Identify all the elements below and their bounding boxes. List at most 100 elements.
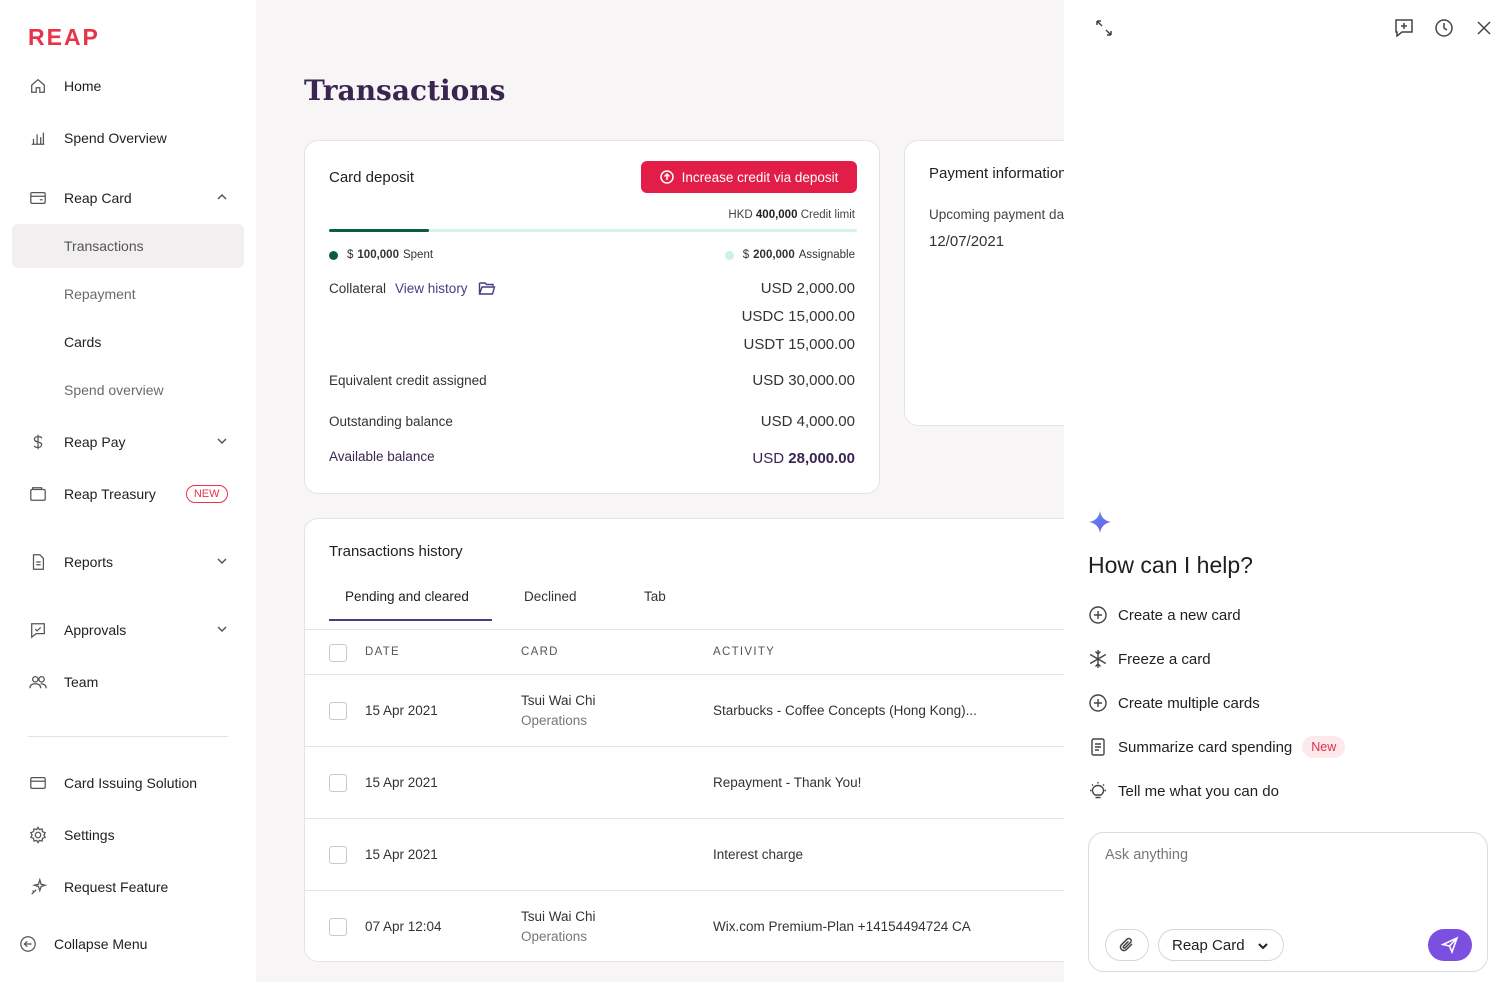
row-activity[interactable]: Wix.com Premium-Plan +14154494724 CA <box>713 919 971 934</box>
header-divider <box>305 674 1123 675</box>
sidebar: REAP Home Spend Overview Reap Card Trans… <box>0 0 256 982</box>
card-deposit-title: Card deposit <box>329 169 415 186</box>
sidebar-item-team[interactable]: Team <box>12 660 244 704</box>
context-select[interactable]: Reap Card <box>1158 929 1284 961</box>
row-activity[interactable]: Starbucks - Coffee Concepts (Hong Kong).… <box>713 703 977 718</box>
send-icon <box>1441 936 1459 954</box>
transactions-history-title: Transactions history <box>329 543 463 560</box>
equivalent-credit-label: Equivalent credit assigned <box>329 373 487 388</box>
row-card-name[interactable]: Tsui Wai Chi <box>521 693 596 708</box>
tab-divider <box>305 629 1123 630</box>
collateral-label: Collateral <box>329 280 387 296</box>
attach-button[interactable] <box>1105 929 1149 961</box>
suggestion-create-card[interactable]: Create a new card <box>1088 603 1241 627</box>
ask-anything-input[interactable] <box>1105 847 1465 907</box>
sidebar-item-card-issuing[interactable]: Card Issuing Solution <box>12 761 244 805</box>
sidebar-item-label: Reap Treasury <box>64 486 156 502</box>
plus-circle-icon <box>1088 605 1108 625</box>
sidebar-item-request-feature[interactable]: Request Feature <box>12 865 244 909</box>
column-header-card[interactable]: CARD <box>521 646 559 658</box>
collateral-amount-usd: USD 2,000.00 <box>760 280 855 297</box>
row-date[interactable]: 15 Apr 2021 <box>365 775 438 790</box>
chevron-down-icon <box>1258 943 1268 950</box>
view-history-link[interactable]: View history <box>395 281 468 296</box>
suggestion-label: Create a new card <box>1118 606 1241 624</box>
outstanding-balance-value: USD 4,000.00 <box>760 413 855 430</box>
suggestion-capabilities[interactable]: Tell me what you can do <box>1088 779 1279 803</box>
credit-limit-value: 400,000 <box>755 209 798 221</box>
row-checkbox[interactable] <box>329 774 347 792</box>
increase-credit-button[interactable]: Increase credit via deposit <box>641 161 857 193</box>
tab-declined[interactable]: Declined <box>524 589 577 604</box>
report-icon <box>28 552 48 572</box>
assignable-value: 200,000 <box>753 249 795 261</box>
spent-legend: $ 100,000 Spent <box>329 249 433 261</box>
document-icon <box>1088 737 1108 757</box>
suggestion-summarize-spending[interactable]: Summarize card spending New <box>1088 735 1346 759</box>
sidebar-item-label: Settings <box>64 827 115 843</box>
increase-credit-label: Increase credit via deposit <box>681 169 839 185</box>
sidebar-subitem-repayment[interactable]: Repayment <box>12 272 244 316</box>
column-header-date[interactable]: DATE <box>365 646 400 658</box>
suggestion-label: Create multiple cards <box>1118 694 1260 712</box>
credit-limit-currency: HKD <box>728 209 753 221</box>
sidebar-item-reap-card[interactable]: Reap Card <box>12 176 244 220</box>
suggestion-create-multiple[interactable]: Create multiple cards <box>1088 691 1260 715</box>
expand-icon[interactable] <box>1093 17 1115 39</box>
assignable-legend: $ 200,000 Assignable <box>724 249 855 261</box>
tab-pending-cleared[interactable]: Pending and cleared <box>345 589 469 604</box>
dollar-icon <box>28 432 48 452</box>
home-icon <box>28 76 48 96</box>
transactions-history-panel: Transactions history Pending and cleared… <box>304 518 1124 962</box>
new-chat-icon[interactable] <box>1393 17 1415 39</box>
row-activity[interactable]: Interest charge <box>713 847 803 862</box>
spent-prefix: $ <box>347 249 354 261</box>
sidebar-item-reap-pay[interactable]: Reap Pay <box>12 420 244 464</box>
row-date[interactable]: 07 Apr 12:04 <box>365 919 442 934</box>
sidebar-item-label: Reap Pay <box>64 434 126 450</box>
tab-other[interactable]: Tab <box>644 589 666 604</box>
reap-logo[interactable]: REAP <box>28 24 100 51</box>
row-checkbox[interactable] <box>329 918 347 936</box>
sidebar-item-approvals[interactable]: Approvals <box>12 608 244 652</box>
wallet-icon <box>28 484 48 504</box>
sidebar-item-spend-overview[interactable]: Spend Overview <box>12 116 244 160</box>
sidebar-subitem-cards[interactable]: Cards <box>12 320 244 364</box>
row-activity[interactable]: Repayment - Thank You! <box>713 775 861 790</box>
collateral-amount-usdt: USDT 15,000.00 <box>743 336 855 353</box>
row-card-name[interactable]: Tsui Wai Chi <box>521 909 596 924</box>
chevron-down-icon <box>216 554 228 566</box>
available-currency: USD <box>752 450 785 467</box>
spent-value: 100,000 <box>357 249 399 261</box>
row-card-team: Operations <box>521 713 588 728</box>
row-card-team: Operations <box>521 929 588 944</box>
card-icon <box>28 188 48 208</box>
close-icon[interactable] <box>1473 17 1495 39</box>
sidebar-item-home[interactable]: Home <box>12 64 244 108</box>
plus-circle-icon <box>1088 693 1108 713</box>
column-header-activity[interactable]: ACTIVITY <box>713 646 775 658</box>
page-title: Transactions <box>304 74 506 107</box>
row-checkbox[interactable] <box>329 702 347 720</box>
snowflake-icon <box>1088 649 1108 669</box>
available-balance-value: USD 28,000.00 <box>752 450 855 467</box>
send-button[interactable] <box>1428 929 1472 961</box>
folder-icon[interactable] <box>478 279 496 297</box>
suggestion-freeze-card[interactable]: Freeze a card <box>1088 647 1211 671</box>
chevron-up-icon <box>216 190 228 202</box>
credit-progress-bar <box>329 229 857 232</box>
collapse-menu-button[interactable]: Collapse Menu <box>0 922 232 966</box>
sidebar-item-reports[interactable]: Reports <box>12 540 244 584</box>
row-date[interactable]: 15 Apr 2021 <box>365 703 438 718</box>
sidebar-item-settings[interactable]: Settings <box>12 813 244 857</box>
sidebar-item-reap-treasury[interactable]: Reap Treasury NEW <box>12 472 244 516</box>
row-checkbox[interactable] <box>329 846 347 864</box>
sidebar-subitem-transactions[interactable]: Transactions <box>12 224 244 268</box>
select-all-checkbox[interactable] <box>329 644 347 662</box>
collateral-amount-usdc: USDC 15,000.00 <box>741 308 855 325</box>
sidebar-item-label: Team <box>64 674 99 690</box>
assistant-heading: How can I help? <box>1088 552 1253 578</box>
history-icon[interactable] <box>1433 17 1455 39</box>
row-date[interactable]: 15 Apr 2021 <box>365 847 438 862</box>
sidebar-subitem-spend-overview[interactable]: Spend overview <box>12 368 244 412</box>
